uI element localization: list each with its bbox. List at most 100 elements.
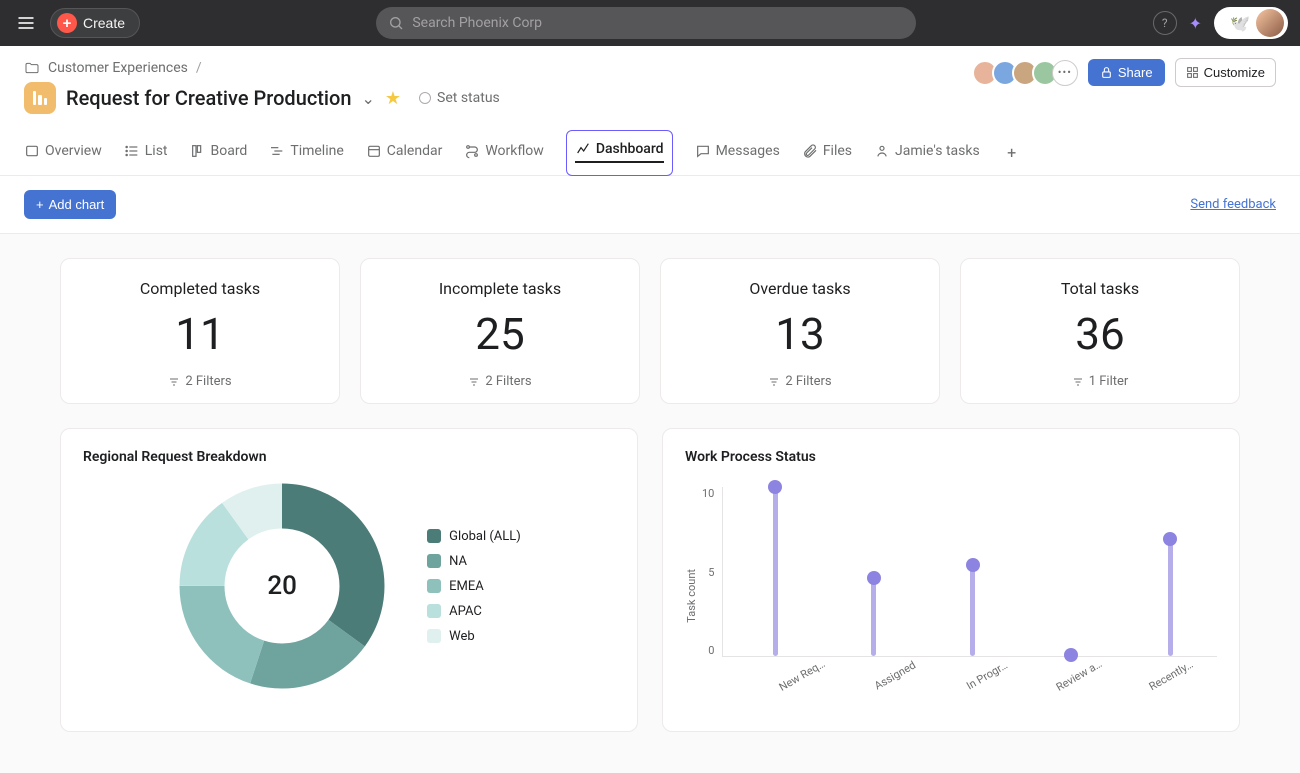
paperclip-icon [802,143,818,159]
sparkle-icon[interactable]: ✦ [1189,14,1202,33]
tab-label: Timeline [290,143,343,159]
tab-workflow[interactable]: Workflow [464,137,544,169]
kpi-value: 25 [377,308,623,360]
dashboard-area: Completed tasks 11 2 Filters Incomplete … [0,233,1300,773]
topbar: + Create Search Phoenix Corp ? ✦ 🕊️ [0,0,1300,46]
tab-messages[interactable]: Messages [695,137,780,169]
tab-label: List [145,143,168,159]
share-button[interactable]: Share [1088,59,1165,86]
chart-row: Regional Request Breakdown 20 Global (AL… [60,428,1240,732]
star-icon[interactable]: ★ [385,88,401,109]
page-title: Request for Creative Production [66,86,352,110]
board-icon [190,143,206,159]
kpi-title: Incomplete tasks [377,279,623,298]
lollipop-bar [1069,655,1074,656]
kpi-card[interactable]: Total tasks 36 1 Filter [960,258,1240,404]
kpi-title: Completed tasks [77,279,323,298]
legend-item: Global (ALL) [427,529,521,544]
tabs: Overview List Board Timeline Calendar Wo… [24,130,1276,175]
chart-legend: Global (ALL) NA EMEA APAC Web [427,529,521,644]
filter-icon [1072,376,1084,388]
kpi-value: 36 [977,308,1223,360]
tab-jamie[interactable]: Jamie's tasks [874,137,980,169]
x-axis-labels: New Req…AssignedIn Progr…Review a…Recent… [756,657,1217,682]
y-tick: 5 [708,566,714,579]
plus-icon: + [57,13,77,33]
tab-board[interactable]: Board [190,137,248,169]
profile-menu[interactable]: 🕊️ [1214,7,1288,39]
kpi-card[interactable]: Completed tasks 11 2 Filters [60,258,340,404]
filter-label: 1 Filter [1089,374,1129,389]
help-icon[interactable]: ? [1153,11,1177,35]
folder-icon [24,60,40,76]
tab-dashboard[interactable]: Dashboard [575,135,664,167]
breadcrumb-parent[interactable]: Customer Experiences [48,60,188,76]
donut-center-value: 20 [267,571,297,601]
workflow-icon [464,143,480,159]
project-icon [24,82,56,114]
legend-swatch [427,579,441,593]
tab-label: Messages [716,143,780,159]
create-label: Create [83,15,125,31]
filter-icon [468,376,480,388]
lollipop-dot [867,571,881,585]
kpi-filters: 1 Filter [977,374,1223,389]
calendar-icon [366,143,382,159]
add-tab-button[interactable]: + [1002,143,1022,163]
tab-calendar[interactable]: Calendar [366,137,443,169]
kpi-card[interactable]: Incomplete tasks 25 2 Filters [360,258,640,404]
set-status-label: Set status [437,90,500,106]
search-input[interactable]: Search Phoenix Corp [376,7,916,39]
y-tick: 0 [708,644,714,657]
set-status-button[interactable]: Set status [419,90,500,106]
y-tick: 10 [702,487,714,500]
more-members-icon[interactable]: ••• [1052,60,1078,86]
lollipop-bar [871,578,876,656]
customize-label: Customize [1204,65,1265,80]
kpi-card[interactable]: Overdue tasks 13 2 Filters [660,258,940,404]
bird-icon: 🕊️ [1230,14,1250,33]
tab-label: Workflow [485,143,544,159]
tab-label: Dashboard [596,141,664,157]
member-avatars[interactable]: ••• [972,60,1078,86]
chart-title: Regional Request Breakdown [83,449,615,465]
legend-item: NA [427,554,521,569]
list-icon [24,143,40,159]
menu-icon[interactable] [12,9,40,37]
customize-button[interactable]: Customize [1175,58,1276,87]
tab-label: Overview [45,143,102,159]
tab-files[interactable]: Files [802,137,852,169]
donut-chart: 20 [177,481,387,691]
lollipop-dot [966,558,980,572]
chevron-down-icon[interactable]: ⌄ [362,89,375,108]
y-axis: 10 5 0 [702,487,722,657]
message-icon [695,143,711,159]
lollipop-chart-card[interactable]: Work Process Status Task count 10 5 0 Ne… [662,428,1240,732]
grid-icon [1186,66,1199,79]
kpi-filters: 2 Filters [677,374,923,389]
filter-label: 2 Filters [485,374,531,389]
kpi-value: 13 [677,308,923,360]
lollipop-dot [1163,532,1177,546]
tab-label: Jamie's tasks [895,143,980,159]
tab-list[interactable]: List [124,137,168,169]
filter-label: 2 Filters [785,374,831,389]
lollipop-bar [1168,539,1173,656]
tab-label: Board [211,143,248,159]
legend-label: APAC [449,604,482,619]
plus-icon: + [36,197,44,212]
tab-overview[interactable]: Overview [24,137,102,169]
create-button[interactable]: + Create [50,8,140,38]
add-chart-label: Add chart [49,197,105,212]
breadcrumb-separator: / [196,60,202,76]
filter-icon [768,376,780,388]
kpi-title: Overdue tasks [677,279,923,298]
donut-chart-card[interactable]: Regional Request Breakdown 20 Global (AL… [60,428,638,732]
legend-label: Web [449,629,475,644]
legend-item: Web [427,629,521,644]
search-icon [388,15,404,31]
send-feedback-link[interactable]: Send feedback [1190,197,1276,212]
tab-timeline[interactable]: Timeline [269,137,343,169]
add-chart-button[interactable]: + Add chart [24,190,116,219]
legend-label: NA [449,554,467,569]
